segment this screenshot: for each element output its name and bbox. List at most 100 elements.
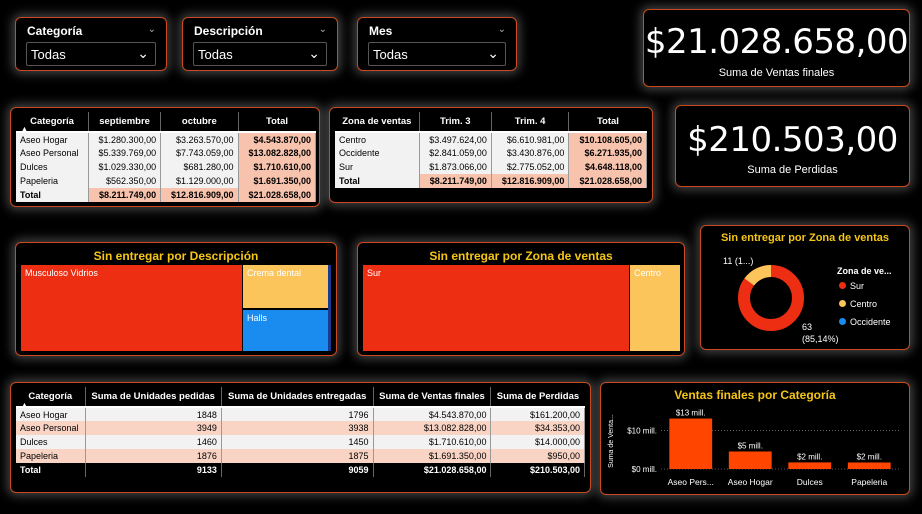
treemap-cell-crema[interactable]: Crema dental — [242, 265, 328, 309]
table-month-card: ▲ Categoría septiembre octubre Total Ase… — [10, 107, 320, 207]
chevron-down-icon[interactable]: ⌄ — [137, 45, 149, 62]
bar[interactable] — [669, 418, 713, 469]
col-header[interactable]: Total — [238, 112, 315, 132]
treemap-cell-small[interactable] — [328, 265, 331, 351]
slicer-title: Categoría — [27, 24, 83, 38]
mes-dropdown[interactable]: Todas ⌄ — [368, 42, 506, 66]
cell: $1.129.000,00 — [160, 174, 239, 188]
table-header-row: Categoría Suma de Unidades pedidas Suma … — [16, 387, 585, 407]
donut-slice-centro[interactable] — [744, 265, 772, 286]
cell: $3.497.624,00 — [419, 132, 492, 146]
table-header-row: Zona de ventas Trim. 3 Trim. 4 Total — [335, 112, 647, 132]
cell: $6.271.935,00 — [568, 146, 647, 160]
slicer-title: Descripción — [194, 24, 263, 38]
cell: $6.610.981,00 — [491, 132, 570, 146]
cell: $10.108.605,00 — [568, 132, 647, 146]
chevron-down-icon[interactable]: ⌄ — [308, 45, 320, 62]
bar-data-label: $5 mill. — [738, 441, 763, 450]
x-tick-label: Aseo Pers... — [668, 477, 714, 487]
chevron-down-icon[interactable]: ⌄ — [498, 24, 506, 35]
sort-icon[interactable]: ▲ — [21, 126, 28, 133]
cell: $1.280.300,00 — [88, 132, 162, 146]
treemap-cell-sur[interactable]: Sur — [363, 265, 629, 351]
cell: $13.082.828,00 — [373, 421, 492, 435]
descripcion-dropdown[interactable]: Todas ⌄ — [193, 42, 327, 66]
col-header[interactable]: octubre — [160, 112, 239, 132]
cell: Aseo Hogar — [16, 132, 90, 146]
y-tick-label: $0 mill. — [632, 465, 657, 474]
treemap-cell-halls[interactable]: Halls — [242, 310, 328, 351]
chevron-down-icon[interactable]: ⌄ — [148, 24, 156, 35]
cell: $210.503,00 — [490, 463, 585, 477]
bar[interactable] — [788, 462, 832, 469]
treemap-descripcion-card: Sin entregar por Descripción Musculoso V… — [15, 242, 337, 356]
bar-data-label: $13 mill. — [676, 409, 706, 418]
legend-item-centro[interactable]: Centro — [839, 299, 877, 309]
bar-chart[interactable]: Suma de Venta... $0 mill. $10 mill. $13 mil… — [601, 401, 909, 495]
legend-label: Sur — [850, 281, 865, 291]
cell: $8.211.749,00 — [419, 174, 492, 188]
cell-label: Halls — [247, 313, 268, 323]
legend-item-sur[interactable]: Sur — [839, 281, 864, 291]
cell: $21.028.658,00 — [568, 174, 647, 188]
legend-label: Occidente — [850, 317, 891, 327]
treemap-cell-musculoso[interactable]: Musculoso Vidrios — [21, 265, 242, 351]
table-row: Centro $3.497.624,00 $6.610.981,00 $10.1… — [335, 132, 647, 146]
cell: Papeleria — [16, 449, 86, 463]
cell: Total — [16, 188, 90, 202]
slicer-title: Mes — [369, 24, 393, 38]
cell: $1.873.066,00 — [419, 160, 492, 174]
col-header[interactable]: Suma de Ventas finales — [373, 387, 492, 407]
table-row: Dulces 1460 1450 $1.710.610,00 $14.000,0… — [16, 435, 585, 449]
kpi-value: $21.028.658,00 — [644, 22, 909, 62]
cell: $4.543.870,00 — [238, 132, 317, 146]
cell: 1875 — [221, 449, 374, 463]
kpi-value: $210.503,00 — [687, 120, 898, 160]
cell: $21.028.658,00 — [238, 188, 317, 202]
col-header[interactable]: Trim. 3 — [419, 112, 492, 132]
bar[interactable] — [728, 451, 772, 469]
cell-label: Sur — [367, 268, 382, 278]
cell: $12.816.909,00 — [160, 188, 239, 202]
cell: $14.000,00 — [490, 435, 585, 449]
cell: $1.710.610,00 — [238, 160, 317, 174]
chevron-down-icon[interactable]: ⌄ — [487, 45, 499, 62]
cell: $3.263.570,00 — [160, 132, 239, 146]
cell: $13.082.828,00 — [238, 146, 317, 160]
col-header[interactable]: Trim. 4 — [491, 112, 570, 132]
table-row: Aseo Personal $5.339.769,00 $7.743.059,0… — [16, 146, 317, 160]
legend-item-occidente[interactable]: Occidente — [839, 317, 891, 327]
cell: $1.029.330,00 — [88, 160, 162, 174]
table-total-row: Total $8.211.749,00 $12.816.909,00 $21.0… — [16, 188, 317, 202]
cell: $1.691.350,00 — [238, 174, 317, 188]
cell: $3.430.876,00 — [491, 146, 570, 160]
cell: Dulces — [16, 435, 86, 449]
col-header[interactable]: Total — [569, 112, 647, 132]
x-tick-label: Papeleria — [851, 477, 887, 487]
donut-chart[interactable] — [731, 258, 811, 338]
dropdown-value: Todas — [31, 47, 66, 62]
y-axis-title: Suma de Venta... — [608, 414, 615, 468]
cell-label: Centro — [634, 268, 662, 278]
donut-label-small: 11 (1...) — [723, 256, 754, 266]
cell: $950,00 — [490, 449, 585, 463]
slicer-categoria: Categoría ⌄ Todas ⌄ — [15, 17, 167, 71]
cell: $681.280,00 — [160, 160, 239, 174]
col-header[interactable]: Suma de Perdidas — [491, 387, 585, 407]
chevron-down-icon[interactable]: ⌄ — [319, 24, 327, 35]
cell: $7.743.059,00 — [160, 146, 239, 160]
col-header[interactable]: septiembre — [88, 112, 162, 132]
sort-icon[interactable]: ▲ — [21, 402, 28, 409]
x-tick-label: Aseo Hogar — [728, 477, 773, 487]
col-header[interactable]: Suma de Unidades entregadas — [221, 387, 374, 407]
col-header[interactable]: Suma de Unidades pedidas — [85, 387, 222, 407]
table-zone-card: Zona de ventas Trim. 3 Trim. 4 Total Cen… — [329, 107, 653, 203]
cell: $5.339.769,00 — [88, 146, 162, 160]
categoria-dropdown[interactable]: Todas ⌄ — [26, 42, 156, 66]
cell: $4.543.870,00 — [373, 407, 492, 421]
col-header[interactable]: Zona de ventas — [335, 112, 420, 132]
cell: 9133 — [85, 463, 222, 477]
slicer-descripcion: Descripción ⌄ Todas ⌄ — [182, 17, 338, 71]
treemap-cell-centro[interactable]: Centro — [630, 265, 680, 351]
bar[interactable] — [847, 462, 891, 469]
